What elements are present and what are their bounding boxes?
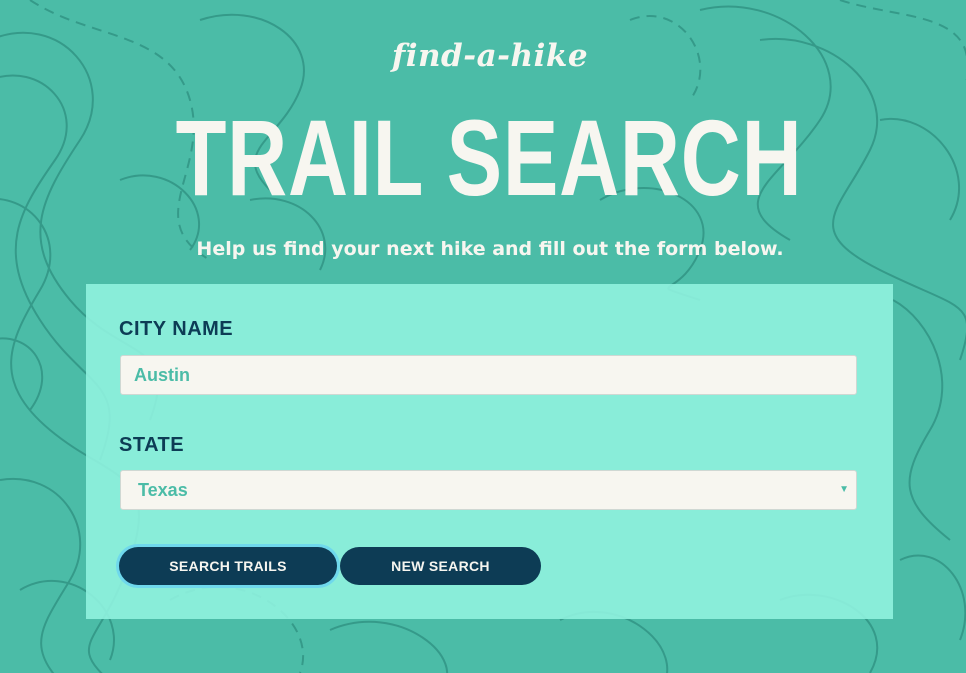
chevron-down-icon: ▼	[839, 484, 849, 495]
page-title: TRAIL SEARCH	[175, 97, 803, 218]
state-select[interactable]: Texas ▼	[120, 470, 857, 510]
city-name-input[interactable]	[120, 355, 857, 395]
page-subtitle: Help us find your next hike and fill out…	[196, 238, 784, 260]
search-trails-button[interactable]: SEARCH TRAILS	[119, 547, 337, 585]
new-search-button[interactable]: NEW SEARCH	[340, 547, 541, 585]
search-form-panel: CITY NAME STATE Texas ▼ SEARCH TRAILS NE…	[86, 284, 893, 619]
page-content: find-a-hike TRAIL SEARCH Help us find yo…	[0, 0, 966, 673]
state-selected-value: Texas	[138, 480, 188, 500]
city-name-label: CITY NAME	[119, 318, 234, 340]
tagline: find-a-hike	[391, 38, 589, 74]
state-label: STATE	[119, 434, 185, 456]
